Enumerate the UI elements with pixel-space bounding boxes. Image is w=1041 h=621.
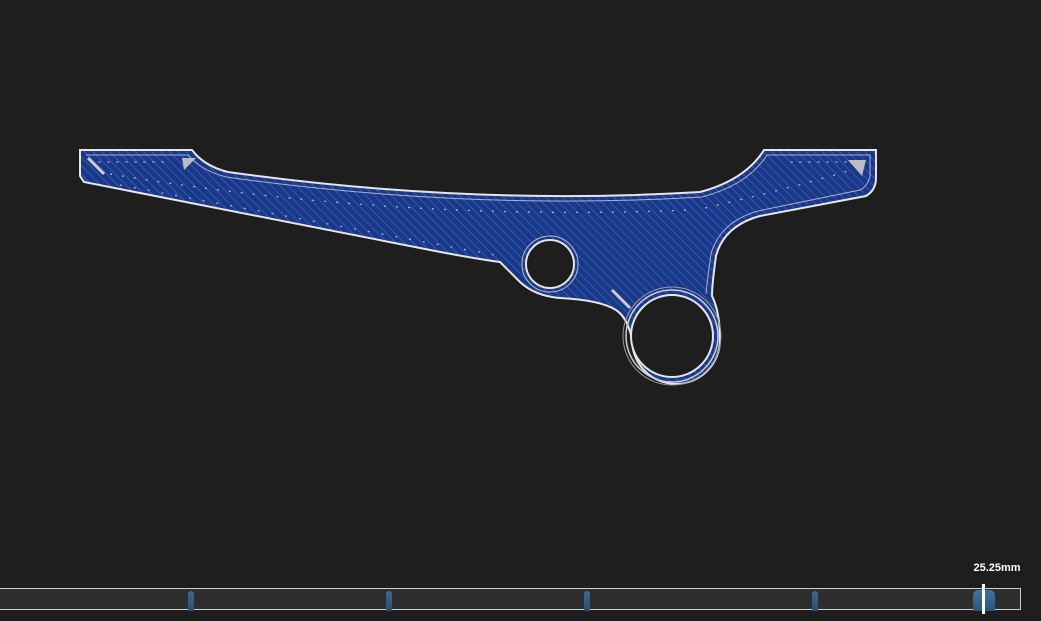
layer-height-label: 25.25mm bbox=[973, 562, 1021, 574]
layer-slider-cursor[interactable] bbox=[982, 584, 985, 614]
slice-preview-viewport[interactable]: 25.25mm bbox=[0, 0, 1041, 621]
layer-marker[interactable] bbox=[812, 591, 818, 611]
small-mounting-hole bbox=[525, 239, 575, 289]
layer-marker[interactable] bbox=[386, 591, 392, 611]
layer-marker[interactable] bbox=[188, 591, 194, 611]
layer-marker[interactable] bbox=[584, 591, 590, 611]
layer-slider-track[interactable] bbox=[0, 588, 1021, 611]
large-ring-hole bbox=[630, 294, 714, 378]
layer-toolpath-preview bbox=[79, 149, 877, 386]
part-outer-wall bbox=[79, 149, 877, 385]
